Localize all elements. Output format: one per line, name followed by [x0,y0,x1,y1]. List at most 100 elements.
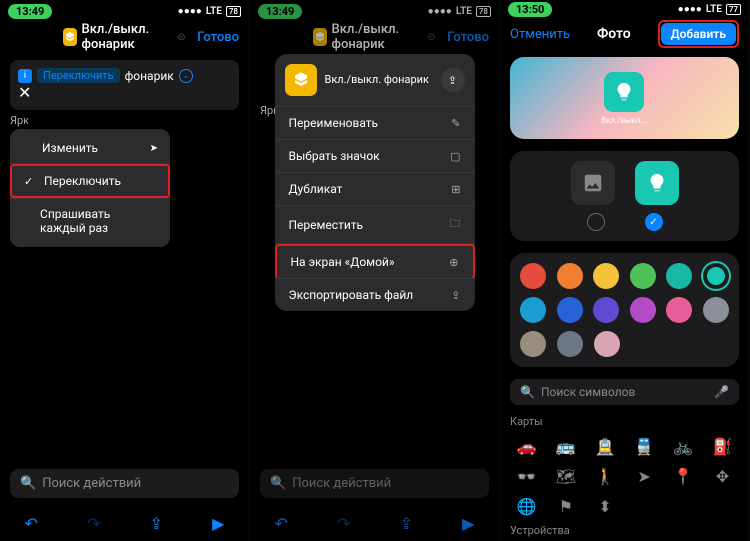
symbol-search[interactable]: 🔍 Поиск символов 🎤 [510,379,739,405]
color-swatch[interactable] [666,263,692,289]
mic-icon[interactable]: 🎤 [714,385,729,399]
status-bar: 13:50 ●●●● LTE 77 [500,0,749,17]
color-palette [510,253,739,367]
section-devices: Устройства [510,524,739,537]
screen-1: 13:49 ●●●● LTE 78 Вкл./выкл. фонарик ⊝ Г… [0,0,250,541]
screen-2: 13:49 ●●●● LTE 78 Вкл./выкл. фонарик ⊝ Г… [250,0,500,541]
sheet-add-home[interactable]: На экран «Домой»⊕ [275,244,475,279]
binoculars-icon[interactable]: 👓 [510,464,543,488]
walk-icon[interactable]: 🚶 [588,464,621,488]
share-button[interactable]: ⇪ [441,68,465,92]
symbol-grid-maps: 🚗 🚌 🚊 🚆 🚲 ⛽ 👓 🗺 🚶 ➤ 📍 ✥ 🌐 ⚑ ⬍ [510,434,739,518]
chevron-down-icon[interactable]: ⌄ [179,69,193,83]
radio-glyph[interactable]: ✓ [645,213,663,231]
toolbar: ↶ ↷ ⇪ ▶ [0,506,249,541]
preview-app-icon [604,72,644,112]
move-icon[interactable]: ✥ [706,464,739,488]
color-swatch[interactable] [520,263,546,289]
search-placeholder: Поиск действий [42,476,141,491]
color-swatch[interactable] [593,297,619,323]
folder-icon: 🗀 [450,215,461,234]
sheet-choose-icon[interactable]: Выбрать значок▢ [275,140,475,173]
location-arrow-icon[interactable]: ➤ [628,464,661,488]
color-swatch[interactable] [703,263,729,289]
dropdown-edit[interactable]: Изменить ➤ [10,133,170,163]
bus-icon[interactable]: 🚌 [549,434,582,458]
square-icon: ▢ [450,150,460,163]
screen-3: 13:50 ●●●● LTE 77 Отменить Фото Добавить… [500,0,750,541]
info-icon[interactable]: i [18,69,32,83]
car-icon[interactable]: 🚗 [510,434,543,458]
action-object: фонарик [125,69,174,83]
color-swatch[interactable] [557,331,583,357]
color-swatch[interactable] [630,263,656,289]
search-icon: 🔍 [520,385,535,399]
search-actions[interactable]: 🔍 Поиск действий [10,469,239,498]
color-swatch[interactable] [666,297,692,323]
action-param[interactable]: Переключить [37,68,120,83]
home-preview: Вкл./выкл.… [510,57,739,139]
cursor-icon: ➤ [150,143,158,154]
dropdown-toggle[interactable]: ✓Переключить [10,164,170,198]
status-time: 13:50 [508,2,552,17]
fuel-icon[interactable]: ⛽ [706,434,739,458]
tram-icon[interactable]: 🚊 [588,434,621,458]
header-title[interactable]: Вкл./выкл. фонарик [82,22,173,52]
shortcut-app-icon [63,28,76,46]
check-icon: ✓ [24,175,36,188]
net-label: LTE [706,4,722,15]
color-swatch[interactable] [593,263,619,289]
net-label: LTE [206,6,222,17]
done-button[interactable]: Готово [186,30,239,45]
nav-header: Вкл./выкл. фонарик ⊝ Готово [0,20,249,54]
color-swatch[interactable] [703,297,729,323]
symbol-search-placeholder: Поиск символов [541,385,635,399]
sheet-app-icon [285,64,317,96]
sheet-title: Вкл./выкл. фонарик [325,73,433,86]
sheet-move[interactable]: Переместить🗀 [275,206,475,244]
sheet-export[interactable]: Экспортировать файл⇪ [275,279,475,311]
flag-icon[interactable]: ⚑ [549,494,582,518]
add-button[interactable]: Добавить [661,23,736,45]
action-block[interactable]: i Переключить фонарик ⌄ ✕ [10,60,239,110]
bike-icon[interactable]: 🚲 [667,434,700,458]
preview-app-label: Вкл./выкл.… [601,116,648,125]
status-bar: 13:49 ●●●● LTE 78 [0,0,249,20]
export-icon: ⇪ [451,289,460,302]
share-icon[interactable]: ⇪ [150,514,163,533]
redo-icon[interactable]: ↷ [337,514,350,533]
color-swatch[interactable] [557,297,583,323]
undo-icon[interactable]: ↶ [25,514,38,533]
pencil-icon: ✎ [451,117,460,130]
sign-icon[interactable]: ⬍ [588,494,621,518]
icon-picker: ✓ [510,151,739,241]
color-swatch[interactable] [630,297,656,323]
options-sheet: Вкл./выкл. фонарик ⇪ Переименовать✎ Выбр… [275,54,475,311]
brightness-label: Яркость [10,114,28,127]
options-icon[interactable]: ⊝ [177,32,185,43]
color-swatch[interactable] [594,331,620,357]
redo-icon[interactable]: ↷ [87,514,100,533]
icon-source-photo[interactable] [571,161,615,205]
color-swatch[interactable] [557,263,583,289]
pin-icon[interactable]: 📍 [667,464,700,488]
color-swatch[interactable] [520,297,546,323]
status-indicators: ●●●● LTE 77 [678,4,741,15]
color-swatch[interactable] [520,331,546,357]
globe-icon[interactable]: 🌐 [510,494,543,518]
remove-action-button[interactable]: ✕ [18,83,31,102]
play-icon[interactable]: ▶ [212,514,224,533]
status-time: 13:49 [8,4,52,19]
cancel-button[interactable]: Отменить [510,27,570,42]
header-title: Фото [597,26,631,42]
train-icon[interactable]: 🚆 [628,434,661,458]
signal-icon: ●●●● [678,4,702,15]
map-icon[interactable]: 🗺 [549,464,582,488]
sheet-duplicate[interactable]: Дубликат⊞ [275,173,475,206]
dropdown-ask[interactable]: Спрашивать каждый раз [10,199,170,243]
icon-source-glyph[interactable] [635,161,679,205]
param-dropdown: Изменить ➤ ✓Переключить Спрашивать кажды… [10,129,170,247]
radio-photo[interactable] [587,213,605,231]
sheet-rename[interactable]: Переименовать✎ [275,107,475,140]
search-icon: 🔍 [20,476,36,491]
